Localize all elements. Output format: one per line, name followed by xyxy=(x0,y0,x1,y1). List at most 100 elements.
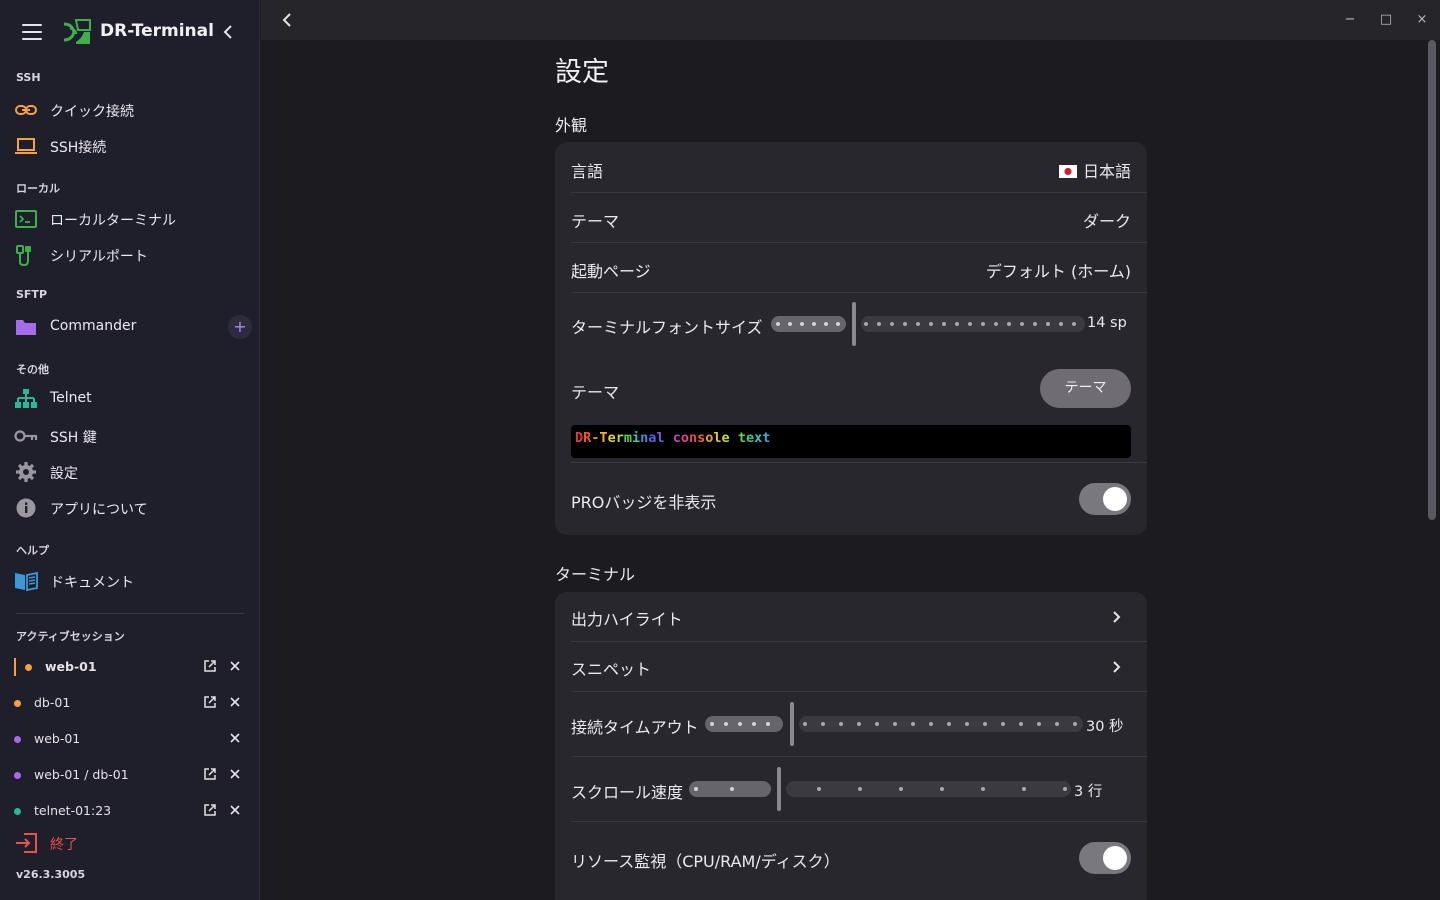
resource-monitor-toggle[interactable] xyxy=(1079,842,1131,874)
sidebar-item-ssh-connect[interactable]: SSH接続 xyxy=(0,129,260,163)
console-char: r xyxy=(615,430,624,446)
minimize-button[interactable]: − xyxy=(1342,12,1358,28)
startup-page-value[interactable]: デフォルト (ホーム) xyxy=(986,258,1131,282)
open-external-icon[interactable] xyxy=(203,803,217,817)
active-session-indicator xyxy=(14,658,16,676)
appearance-group-title: 外観 xyxy=(555,116,588,135)
main-scrollbar[interactable] xyxy=(1428,40,1436,520)
row-divider xyxy=(571,242,1147,243)
output-highlight-row[interactable]: 出力ハイライト xyxy=(571,592,1131,642)
console-char: t xyxy=(737,430,746,446)
language-value[interactable]: 日本語 xyxy=(1058,158,1131,182)
language-value-text: 日本語 xyxy=(1082,162,1131,181)
sidebar-item-settings[interactable]: 設定 xyxy=(0,455,260,489)
collapse-sidebar-icon[interactable] xyxy=(218,20,238,44)
sidebar-item-label: Telnet xyxy=(50,390,92,406)
quit-button[interactable]: 終了 xyxy=(0,828,260,858)
sidebar-item-label: アプリについて xyxy=(50,502,148,518)
gear-icon xyxy=(16,462,36,482)
sidebar-item-about[interactable]: アプリについて xyxy=(0,491,260,525)
slider-thumb[interactable] xyxy=(790,702,794,746)
row-divider xyxy=(571,756,1147,757)
sidebar-item-serial-port[interactable]: シリアルポート xyxy=(0,238,260,272)
session-item[interactable]: db-01 xyxy=(0,688,260,718)
app-title: DR-Terminal xyxy=(100,21,214,41)
output-highlight-label: 出力ハイライト xyxy=(571,610,683,629)
sidebar-item-label: シリアルポート xyxy=(50,249,148,265)
section-label-help: ヘルプ xyxy=(16,544,49,557)
sidebar-item-label: ドキュメント xyxy=(50,575,134,591)
terminal-theme-button[interactable]: テーマ xyxy=(1040,369,1131,408)
session-status-dot xyxy=(14,808,21,815)
sidebar-item-docs[interactable]: ドキュメント xyxy=(0,564,260,598)
session-name: web-01 / db-01 xyxy=(34,767,129,782)
row-divider xyxy=(571,821,1147,822)
sidebar-item-local-terminal[interactable]: ローカルターミナル xyxy=(0,202,260,236)
session-item[interactable]: web-01 xyxy=(0,652,260,682)
console-char: l xyxy=(656,430,665,446)
hide-pro-badge-row: PROバッジを非表示 xyxy=(571,483,1131,515)
slider-thumb[interactable] xyxy=(777,767,781,811)
slider-inactive-track xyxy=(861,316,1085,332)
sidebar-item-label: ローカルターミナル xyxy=(50,213,176,229)
close-session-icon[interactable] xyxy=(228,659,242,673)
section-label-other: その他 xyxy=(16,363,49,376)
add-commander-button[interactable]: + xyxy=(228,315,252,339)
theme-row[interactable]: テーマ ダーク xyxy=(571,208,1131,232)
language-row[interactable]: 言語 日本語 xyxy=(571,158,1131,182)
sidebar-item-telnet[interactable]: Telnet xyxy=(0,382,260,416)
console-char: e xyxy=(745,430,755,446)
session-item[interactable]: web-01 / db-01 xyxy=(0,760,260,790)
connection-timeout-value: 30 秒 xyxy=(1086,719,1124,735)
slider-inactive-track xyxy=(786,781,1071,797)
terminal-icon xyxy=(15,210,37,228)
console-char: l xyxy=(713,430,722,446)
hide-pro-badge-label: PROバッジを非表示 xyxy=(571,493,717,512)
session-status-dot xyxy=(14,736,21,743)
session-status-dot xyxy=(14,700,21,707)
console-preview-row: DR-Terminal console text xyxy=(571,425,1131,458)
console-char xyxy=(665,430,673,446)
open-external-icon[interactable] xyxy=(203,767,217,781)
menu-icon[interactable] xyxy=(22,24,42,40)
console-char: x xyxy=(754,430,763,446)
back-arrow-icon[interactable] xyxy=(277,10,297,30)
close-button[interactable]: × xyxy=(1414,12,1430,28)
toggle-knob xyxy=(1103,846,1127,870)
top-bar: − □ × xyxy=(261,0,1440,40)
sidebar-header: DR-Terminal xyxy=(0,0,260,64)
chevron-right-icon xyxy=(1113,611,1121,623)
sidebar-item-quick-connect[interactable]: クイック接続 xyxy=(0,93,260,127)
theme-value[interactable]: ダーク xyxy=(1083,208,1131,232)
laptop-icon xyxy=(15,138,37,154)
slider-thumb[interactable] xyxy=(852,302,856,346)
open-external-icon[interactable] xyxy=(203,659,217,673)
session-name: web-01 xyxy=(34,731,81,746)
hide-pro-badge-toggle[interactable] xyxy=(1079,483,1131,515)
session-item[interactable]: telnet-01:23 xyxy=(0,796,260,826)
connection-timeout-label: 接続タイムアウト xyxy=(571,718,699,737)
open-external-icon[interactable] xyxy=(203,695,217,709)
snippets-row[interactable]: スニペット xyxy=(571,642,1131,692)
close-session-icon[interactable] xyxy=(228,803,242,817)
console-char: i xyxy=(631,430,641,446)
sidebar-item-ssh-key[interactable]: SSH 鍵 xyxy=(0,419,260,453)
language-label: 言語 xyxy=(571,162,604,181)
close-session-icon[interactable] xyxy=(228,767,242,781)
key-icon xyxy=(14,430,38,442)
startup-page-row[interactable]: 起動ページ デフォルト (ホーム) xyxy=(571,258,1131,282)
console-char: n xyxy=(688,430,698,446)
section-label-sftp: SFTP xyxy=(16,288,48,301)
session-item[interactable]: web-01 xyxy=(0,724,260,754)
close-session-icon[interactable] xyxy=(228,695,242,709)
close-session-icon[interactable] xyxy=(228,731,242,745)
sidebar-item-commander[interactable]: Commander + xyxy=(0,310,260,344)
scroll-speed-slider[interactable] xyxy=(689,767,1073,811)
maximize-button[interactable]: □ xyxy=(1378,12,1394,28)
book-icon xyxy=(15,571,38,592)
font-size-slider[interactable] xyxy=(771,302,1087,346)
section-label-local: ローカル xyxy=(16,182,60,195)
connection-timeout-slider[interactable] xyxy=(705,702,1085,746)
japan-flag-icon xyxy=(1058,165,1077,178)
session-status-dot xyxy=(25,664,32,671)
